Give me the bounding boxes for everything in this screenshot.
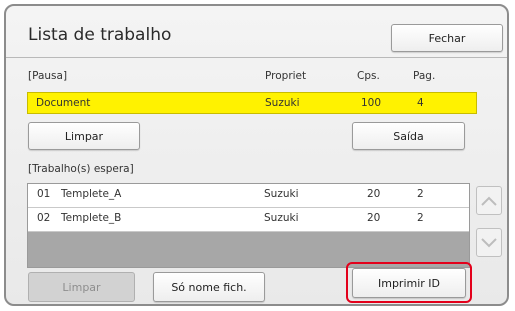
chevron-up-icon — [481, 196, 497, 206]
page-title: Lista de trabalho — [28, 25, 172, 45]
paused-job-row[interactable]: Document Suzuki 100 4 — [27, 92, 477, 114]
close-button[interactable]: Fechar — [391, 24, 503, 52]
job-copies: 20 — [367, 212, 381, 224]
job-copies: 20 — [367, 188, 381, 200]
job-owner: Suzuki — [264, 188, 299, 200]
paused-job-owner: Suzuki — [265, 97, 300, 109]
job-pages: 2 — [417, 212, 424, 224]
waiting-section-label: [Trabalho(s) espera] — [28, 163, 134, 175]
job-number: 02 — [37, 212, 51, 224]
paused-job-name: Document — [36, 97, 91, 109]
pages-column-header: Pag. — [413, 70, 436, 82]
list-item[interactable]: 01 Templete_A Suzuki 20 2 — [28, 184, 469, 208]
waiting-job-list: 01 Templete_A Suzuki 20 2 02 Templete_B … — [27, 183, 470, 268]
paused-job-pages: 4 — [417, 97, 424, 109]
job-pages: 2 — [417, 188, 424, 200]
job-name: Templete_A — [61, 188, 122, 200]
scroll-down-button[interactable] — [476, 228, 502, 257]
exit-button[interactable]: Saída — [352, 122, 465, 150]
print-id-button[interactable]: Imprimir ID — [352, 268, 466, 298]
job-number: 01 — [37, 188, 51, 200]
owner-column-header: Propriet — [265, 70, 307, 82]
job-owner: Suzuki — [264, 212, 299, 224]
paused-job-copies: 100 — [361, 97, 382, 109]
chevron-down-icon — [481, 237, 497, 247]
clear-paused-button[interactable]: Limpar — [28, 122, 140, 150]
job-name: Templete_B — [61, 212, 122, 224]
job-list-panel: Lista de trabalho Fechar [Pausa] Proprie… — [4, 4, 509, 306]
copies-column-header: Cps. — [357, 70, 380, 82]
title-divider — [6, 57, 507, 58]
paused-section-label: [Pausa] — [28, 70, 68, 82]
filename-only-button[interactable]: Só nome fich. — [153, 272, 265, 302]
list-item[interactable]: 02 Templete_B Suzuki 20 2 — [28, 208, 469, 232]
scroll-up-button[interactable] — [476, 186, 502, 215]
clear-waiting-button[interactable]: Limpar — [28, 272, 135, 302]
